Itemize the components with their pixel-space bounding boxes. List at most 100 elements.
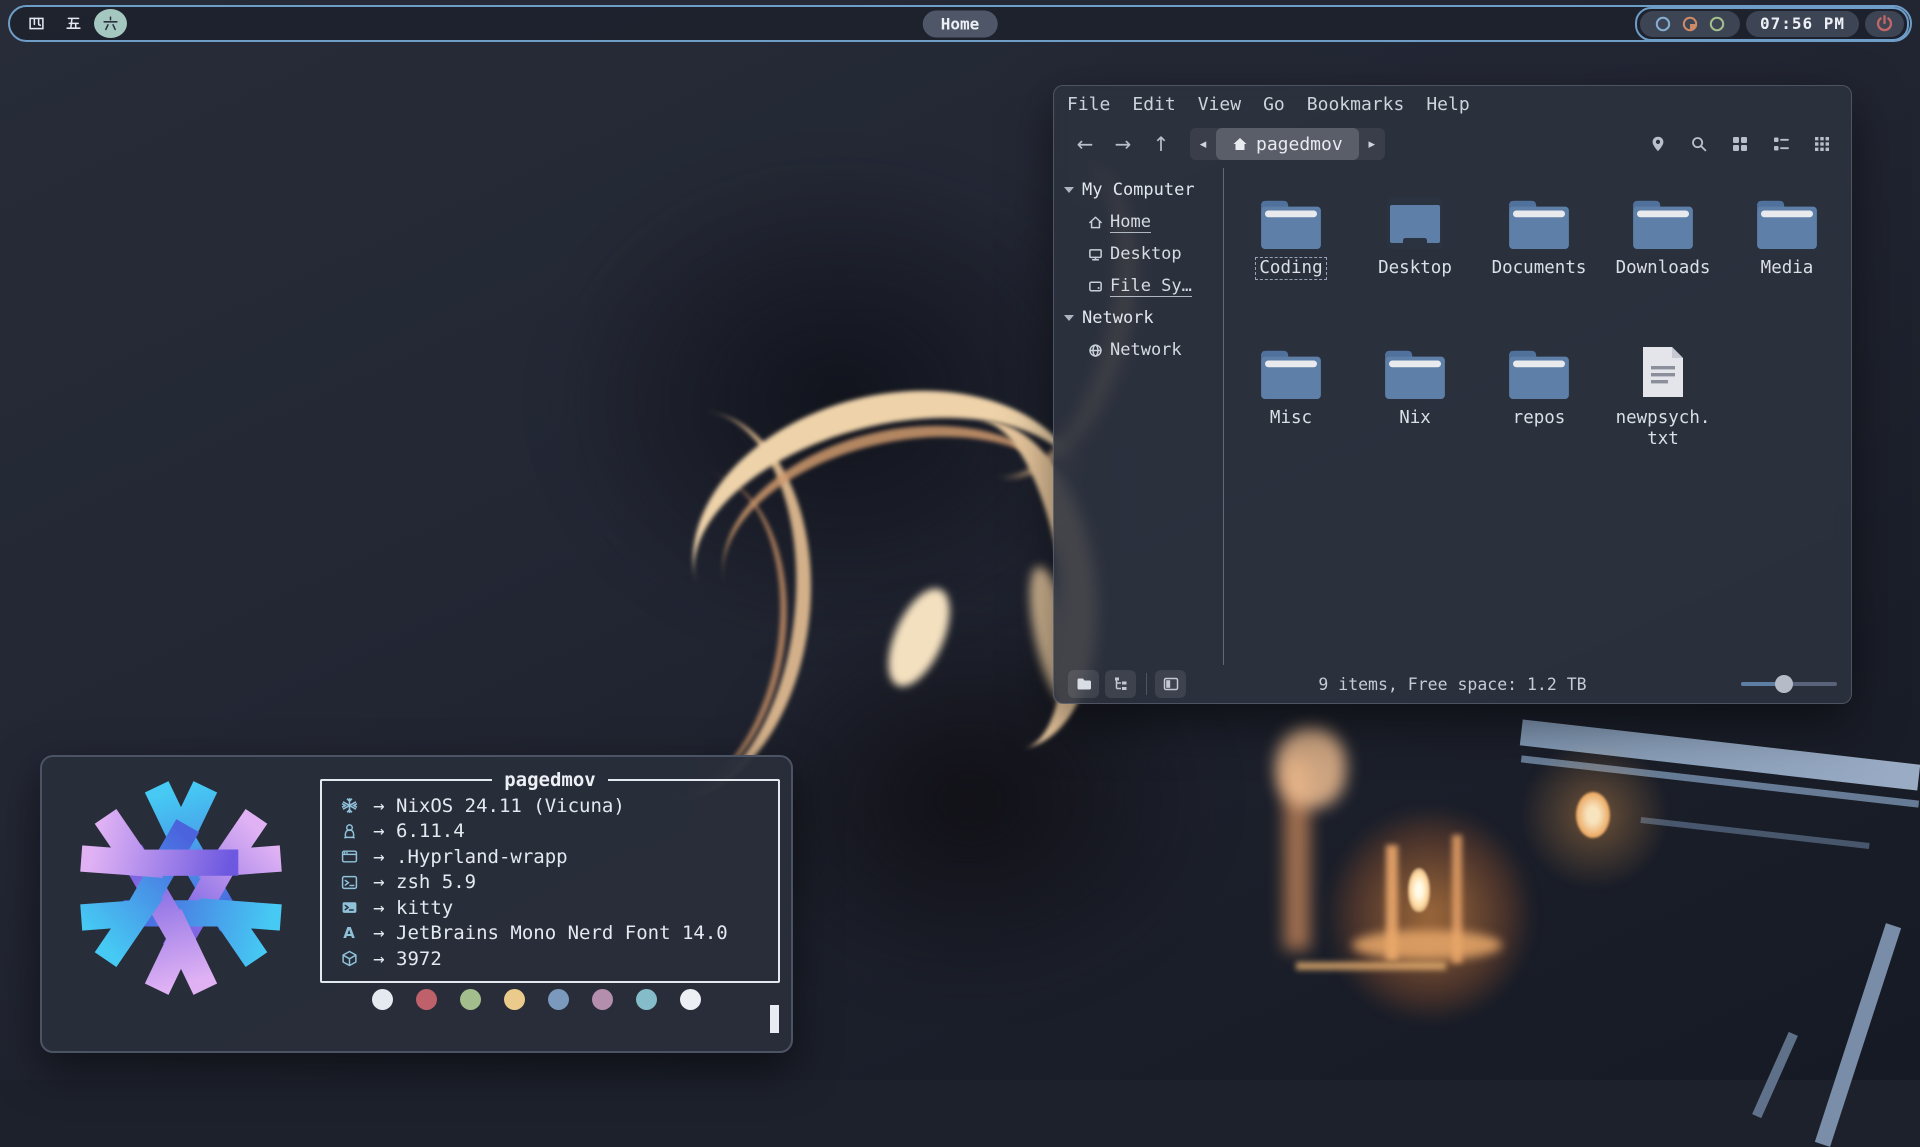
sidebar-section-my-computer[interactable]: My Computer: [1054, 174, 1223, 206]
wallpaper-hair-strand: [662, 351, 1118, 719]
file-item-repos[interactable]: repos: [1477, 342, 1601, 430]
sidebar-item-network[interactable]: Network: [1054, 334, 1223, 366]
wallpaper-lit-edge: [1296, 962, 1446, 970]
wallpaper-candle-cup: [1352, 930, 1502, 960]
list-view-icon[interactable]: [1772, 135, 1790, 153]
palette-dot-white: [372, 989, 393, 1010]
wallpaper-hair-strand: [699, 392, 1102, 697]
wallpaper-candle-glow: [1290, 770, 1570, 1060]
wallpaper-plank: [1640, 817, 1869, 849]
terminal-icon: [341, 899, 358, 916]
file-label: Nix: [1395, 407, 1435, 430]
menu-edit[interactable]: Edit: [1121, 94, 1186, 115]
up-button[interactable]: ↑: [1144, 129, 1178, 159]
sidebar-section-network[interactable]: Network: [1054, 302, 1223, 334]
side-pane-toggle-button[interactable]: [1155, 670, 1186, 698]
file-label: Documents: [1488, 257, 1591, 280]
file-label: Misc: [1266, 407, 1316, 430]
kernel-icon: [341, 823, 358, 840]
file-label: newpsych.txt: [1607, 407, 1719, 451]
tree-pane-button[interactable]: [1105, 670, 1136, 698]
wallpaper-plank: [1520, 719, 1920, 790]
sidebar-item-label: Desktop: [1110, 244, 1182, 264]
shell-icon: [341, 874, 358, 891]
globe-icon: [1088, 343, 1103, 358]
fetch-row-packages: → 3972: [336, 946, 778, 972]
breadcrumb-current[interactable]: pagedmov: [1216, 128, 1359, 160]
palette-dot-bright-white: [680, 989, 701, 1010]
menu-go[interactable]: Go: [1252, 94, 1296, 115]
fetch-row-kernel: → 6.11.4: [336, 819, 778, 845]
sidebar-item-label: File Sy…: [1110, 276, 1192, 297]
fetch-kernel-value: 6.11.4: [396, 820, 465, 842]
menu-file[interactable]: File: [1056, 94, 1121, 115]
search-icon[interactable]: [1690, 135, 1708, 153]
fetch-row-shell: → zsh 5.9: [336, 870, 778, 896]
breadcrumb-right-chevron-icon[interactable]: ▸: [1359, 137, 1385, 152]
file-item-documents[interactable]: Documents: [1477, 192, 1601, 280]
indicator-pill[interactable]: [1640, 11, 1740, 37]
file-label: Desktop: [1374, 257, 1456, 280]
arrow-icon: →: [362, 820, 396, 842]
hard-drive-icon: [1088, 279, 1103, 294]
fetch-hostname: pagedmov: [492, 769, 608, 791]
breadcrumb-left-chevron-icon[interactable]: ◂: [1190, 137, 1216, 152]
file-item-desktop[interactable]: Desktop: [1353, 192, 1477, 280]
wallpaper-lantern-bar: [1452, 835, 1462, 963]
green-circle-indicator-icon: [1708, 15, 1726, 33]
menu-bar: File Edit View Go Bookmarks Help: [1054, 86, 1851, 122]
fetch-row-wm: → .Hyprland-wrapp: [336, 844, 778, 870]
zoom-slider[interactable]: [1741, 675, 1837, 693]
power-icon: [1875, 14, 1894, 33]
icon-view-icon[interactable]: [1731, 135, 1749, 153]
nix-icon: [341, 797, 358, 814]
palette-dot-yellow: [504, 989, 525, 1010]
wallpaper-orb-glow: [1520, 740, 1670, 890]
file-item-downloads[interactable]: Downloads: [1601, 192, 1725, 280]
home-icon: [1232, 136, 1248, 152]
file-item-media[interactable]: Media: [1725, 192, 1849, 280]
arrow-icon: →: [362, 922, 396, 944]
back-button[interactable]: ←: [1068, 129, 1102, 159]
menu-view[interactable]: View: [1187, 94, 1252, 115]
menu-help[interactable]: Help: [1415, 94, 1480, 115]
wallpaper-streak: [1815, 923, 1901, 1147]
location-pin-icon[interactable]: [1649, 135, 1667, 153]
wallpaper-highlight: [876, 580, 963, 695]
places-pane-button[interactable]: [1068, 670, 1099, 698]
file-item-nix[interactable]: Nix: [1353, 342, 1477, 430]
terminal-color-palette: [372, 989, 701, 1010]
palette-dot-red: [416, 989, 437, 1010]
sidebar-item-home[interactable]: Home: [1054, 206, 1223, 238]
compact-view-icon[interactable]: [1813, 135, 1831, 153]
slider-thumb[interactable]: [1775, 675, 1793, 693]
folder-icon: [1507, 346, 1571, 400]
side-pane-icon: [1163, 676, 1179, 692]
sidebar-item-filesystem[interactable]: File Sy…: [1054, 270, 1223, 302]
sidebar-item-desktop[interactable]: Desktop: [1054, 238, 1223, 270]
workspace-6-active[interactable]: [94, 9, 127, 38]
file-label: Downloads: [1612, 257, 1715, 280]
wm-icon: [341, 848, 358, 865]
terminal-cursor[interactable]: [770, 1005, 779, 1033]
workspace-5[interactable]: [57, 9, 90, 38]
file-manager-window: File Edit View Go Bookmarks Help ← → ↑ ◂…: [1053, 85, 1852, 704]
forward-button[interactable]: →: [1106, 129, 1140, 159]
file-label: Media: [1757, 257, 1818, 280]
places-sidebar: My Computer Home Desktop File Sy…: [1054, 168, 1224, 665]
fetch-os-value: NixOS 24.11 (Vicuna): [396, 795, 625, 817]
palette-dot-magenta: [592, 989, 613, 1010]
bar-right-cluster: 07:56 PM: [1635, 7, 1909, 41]
section-label: My Computer: [1082, 180, 1195, 200]
power-button[interactable]: [1865, 11, 1904, 37]
menu-bookmarks[interactable]: Bookmarks: [1296, 94, 1416, 115]
workspace-4[interactable]: [20, 9, 53, 38]
file-item-coding[interactable]: Coding: [1229, 192, 1353, 280]
status-bar-fm: 9 items, Free space: 1.2 TB: [1054, 665, 1851, 703]
file-item-newpsych-txt[interactable]: newpsych.txt: [1601, 342, 1725, 451]
clock-pill: 07:56 PM: [1746, 11, 1859, 37]
directory-tree-icon: [1113, 676, 1129, 692]
arrow-icon: →: [362, 795, 396, 817]
toolbar: ← → ↑ ◂ pagedmov ▸: [1054, 122, 1851, 166]
file-item-misc[interactable]: Misc: [1229, 342, 1353, 430]
